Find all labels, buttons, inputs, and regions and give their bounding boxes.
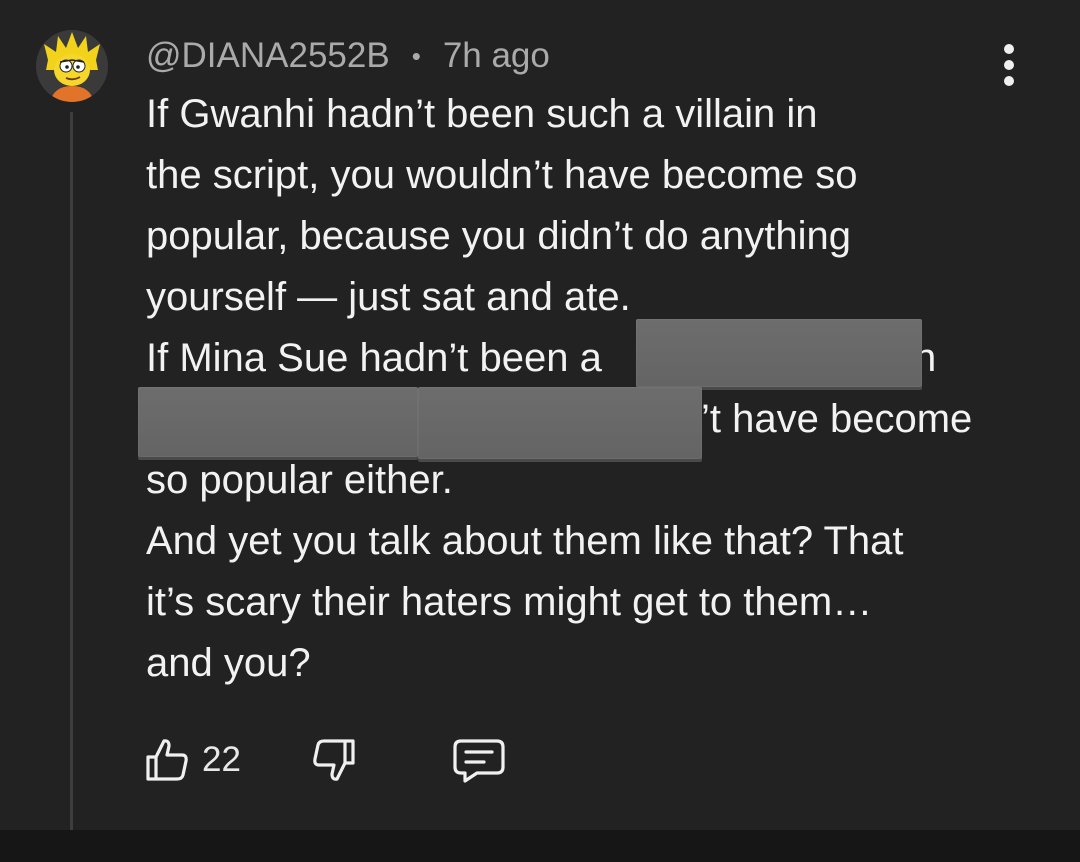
avatar-image (36, 30, 108, 102)
comment-line-10: and you? (146, 641, 311, 685)
like-button[interactable]: 22 (142, 735, 241, 785)
thumbs-up-icon (146, 739, 188, 781)
thumbs-down-icon (313, 739, 355, 781)
reply-button[interactable] (451, 735, 507, 785)
like-count: 22 (202, 740, 241, 779)
comment-line-9: it’s scary their haters might get to the… (146, 580, 873, 624)
redaction-block-3 (418, 387, 702, 459)
meta-separator: • (411, 40, 421, 71)
comment-line-6-text: ’t have become (701, 397, 973, 441)
comment-line-8: And yet you talk about them like that? T… (146, 519, 904, 563)
more-vertical-icon-dot (1004, 44, 1014, 54)
redaction-block-1 (636, 319, 922, 387)
thread-line (70, 112, 73, 862)
more-options-button[interactable] (990, 40, 1028, 90)
dislike-button[interactable] (309, 735, 359, 785)
comment-line-1: If Gwanhi hadn’t been such a villain in (146, 92, 818, 136)
timestamp: 7h ago (442, 36, 550, 75)
comment-icon (453, 739, 505, 783)
username[interactable]: @DIANA2552B (146, 36, 390, 76)
redaction-block-2 (138, 387, 418, 457)
next-comment-divider (0, 830, 1080, 862)
comment-line-2: the script, you wouldn’t have become so (146, 153, 858, 197)
comment-line-5-text: If Mina Sue hadn’t been a (146, 336, 602, 380)
comment-header: @DIANA2552B • 7h ago (146, 34, 550, 78)
more-vertical-icon-dot (1004, 60, 1014, 70)
comment-actions: 22 (142, 730, 507, 790)
comment-line-3: popular, because you didn’t do anything (146, 214, 851, 258)
comment-line-7: so popular either. (146, 458, 453, 502)
avatar[interactable] (36, 30, 108, 102)
